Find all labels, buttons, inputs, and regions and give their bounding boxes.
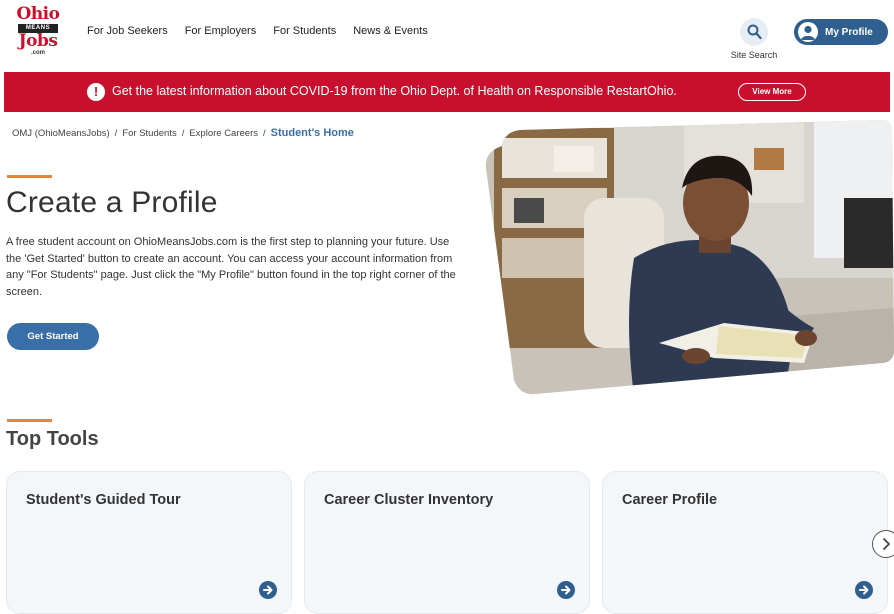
get-started-button[interactable]: Get Started (7, 323, 99, 350)
hero-accent-line (7, 175, 52, 178)
carousel-next-button[interactable] (872, 530, 894, 558)
logo-jobs: Jobs (18, 31, 58, 51)
nav-news-events[interactable]: News & Events (353, 24, 428, 38)
breadcrumb-explore-careers[interactable]: Explore Careers (189, 128, 258, 139)
user-icon (798, 22, 818, 42)
tool-card-guided-tour[interactable]: Student's Guided Tour (6, 471, 292, 614)
nav-for-employers[interactable]: For Employers (185, 24, 257, 38)
search-icon (740, 18, 768, 46)
view-more-button[interactable]: View More (738, 83, 806, 101)
arrow-right-icon[interactable] (855, 581, 873, 599)
breadcrumb-omj[interactable]: OMJ (OhioMeansJobs) (12, 128, 110, 139)
tool-card-title: Career Profile (622, 492, 718, 508)
tool-card-career-profile[interactable]: Career Profile (602, 471, 888, 614)
nav-for-job-seekers[interactable]: For Job Seekers (87, 24, 168, 38)
site-search-button[interactable]: Site Search (726, 18, 782, 62)
arrow-right-icon[interactable] (259, 581, 277, 599)
my-profile-label: My Profile (825, 26, 873, 38)
ohiomeansjobs-logo[interactable]: Ohio MEANS Jobs .com (12, 6, 64, 62)
tool-card-title: Career Cluster Inventory (324, 492, 494, 508)
covid-alert-bar: ! Get the latest information about COVID… (4, 72, 890, 112)
breadcrumb: OMJ (OhioMeansJobs) / For Students / Explore… (12, 127, 354, 139)
site-header: Ohio MEANS Jobs .com For Job Seekers For… (0, 0, 894, 72)
hero-description: A free student account on OhioMeansJobs.… (6, 236, 456, 298)
tool-card-title: Student's Guided Tour (26, 492, 181, 508)
my-profile-button[interactable]: My Profile (794, 19, 888, 45)
arrow-right-icon[interactable] (557, 581, 575, 599)
breadcrumb-current: Student's Home (270, 127, 354, 139)
breadcrumb-for-students[interactable]: For Students (122, 128, 176, 139)
tool-card-career-cluster-inventory[interactable]: Career Cluster Inventory (304, 471, 590, 614)
exclamation-icon: ! (87, 83, 105, 101)
site-search-label: Site Search (730, 50, 778, 60)
nav-for-students[interactable]: For Students (273, 24, 336, 38)
alert-text: Get the latest information about COVID-1… (112, 84, 677, 98)
hero-student-photo (485, 120, 894, 395)
top-tools-title: Top Tools (6, 428, 99, 450)
hero-title: Create a Profile (6, 186, 218, 219)
chevron-right-icon (883, 538, 890, 550)
main-nav: For Job Seekers For Employers For Studen… (87, 24, 445, 38)
logo-ohio: Ohio (16, 4, 60, 24)
tools-accent-line (7, 419, 52, 422)
